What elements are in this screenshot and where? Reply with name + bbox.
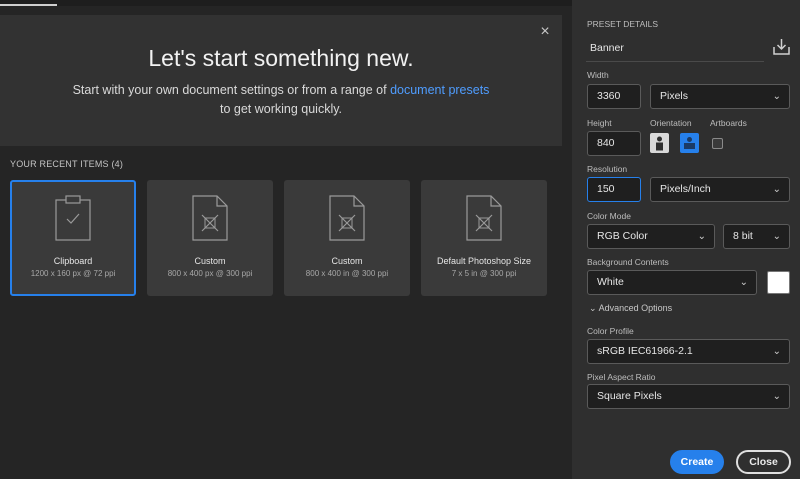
advanced-options-label: Advanced Options — [598, 303, 673, 313]
welcome-banner: × Let's start something new. Start with … — [0, 15, 562, 146]
recent-item-card[interactable]: Custom 800 x 400 in @ 300 ppi — [284, 180, 410, 296]
subtitle-text-start: Start with your own document settings or… — [72, 83, 391, 97]
chevron-down-icon: ⌄ — [772, 391, 781, 402]
color-profile-label: Color Profile — [587, 326, 634, 336]
width-unit-value: Pixels — [660, 90, 689, 102]
chevron-down-icon: ⌄ — [772, 231, 781, 242]
recent-item-name: Custom — [194, 256, 226, 266]
recent-item-name: Default Photoshop Size — [436, 256, 532, 266]
custom-doc-icon — [192, 195, 228, 241]
preset-details-panel: PRESET DETAILS Banner Width 3360 Pixels ⌄… — [572, 0, 800, 479]
recent-items-title: YOUR RECENT ITEMS — [10, 159, 109, 169]
resolution-unit-value: Pixels/Inch — [660, 183, 711, 195]
custom-doc-icon — [329, 195, 365, 241]
tab-strip — [0, 0, 572, 6]
landscape-orientation-icon[interactable] — [680, 133, 699, 153]
background-contents-label: Background Contents — [587, 257, 669, 267]
background-contents-select[interactable]: White ⌄ — [587, 270, 757, 295]
pixel-aspect-ratio-select[interactable]: Square Pixels ⌄ — [587, 384, 790, 409]
bit-depth-value: 8 bit — [733, 230, 753, 242]
height-label: Height — [587, 118, 612, 128]
clipboard-doc-icon — [55, 195, 91, 241]
color-mode-select[interactable]: RGB Color ⌄ — [587, 224, 715, 249]
recent-item-name: Clipboard — [53, 256, 93, 266]
recent-item-meta: 800 x 400 px @ 300 ppi — [167, 269, 253, 278]
portrait-orientation-icon[interactable] — [650, 133, 669, 153]
resolution-input[interactable]: 150 — [587, 177, 641, 202]
background-contents-value: White — [597, 276, 624, 288]
recent-item-meta: 1200 x 160 px @ 72 ppi — [30, 269, 116, 278]
resolution-label: Resolution — [587, 164, 628, 174]
close-banner-icon[interactable]: × — [536, 23, 554, 41]
recent-item-card[interactable]: Custom 800 x 400 px @ 300 ppi — [147, 180, 273, 296]
width-unit-select[interactable]: Pixels ⌄ — [650, 84, 790, 109]
custom-doc-icon — [466, 195, 502, 241]
resolution-unit-select[interactable]: Pixels/Inch ⌄ — [650, 177, 790, 202]
bit-depth-select[interactable]: 8 bit ⌄ — [723, 224, 790, 249]
color-profile-value: sRGB IEC61966-2.1 — [597, 345, 693, 357]
welcome-subtitle: Start with your own document settings or… — [70, 81, 492, 119]
document-presets-link[interactable]: document presets — [390, 83, 489, 97]
chevron-down-icon: ⌄ — [589, 303, 597, 313]
preset-name-field[interactable]: Banner — [590, 42, 624, 54]
pixel-aspect-ratio-value: Square Pixels — [597, 390, 662, 402]
pixel-aspect-ratio-label: Pixel Aspect Ratio — [587, 372, 656, 382]
color-mode-label: Color Mode — [587, 211, 631, 221]
close-button[interactable]: Close — [736, 450, 791, 474]
color-mode-value: RGB Color — [597, 230, 648, 242]
background-color-swatch[interactable] — [767, 271, 790, 294]
width-label: Width — [587, 70, 609, 80]
welcome-title: Let's start something new. — [148, 45, 414, 71]
recent-items-count: (4) — [111, 159, 124, 169]
save-preset-icon[interactable] — [773, 38, 790, 55]
recent-item-meta: 800 x 400 in @ 300 ppi — [305, 269, 389, 278]
color-profile-select[interactable]: sRGB IEC61966-2.1 ⌄ — [587, 339, 790, 364]
create-button[interactable]: Create — [670, 450, 724, 474]
recent-items-heading: YOUR RECENT ITEMS (4) — [10, 159, 123, 169]
recent-item-card[interactable]: Default Photoshop Size 7 x 5 in @ 300 pp… — [421, 180, 547, 296]
artboards-label: Artboards — [710, 118, 747, 128]
chevron-down-icon: ⌄ — [772, 91, 781, 102]
advanced-options-toggle[interactable]: ⌄ Advanced Options — [589, 303, 672, 314]
chevron-down-icon: ⌄ — [772, 184, 781, 195]
preset-name-underline — [586, 61, 764, 62]
chevron-down-icon: ⌄ — [697, 231, 706, 242]
recent-item-meta: 7 x 5 in @ 300 ppi — [451, 269, 517, 278]
artboards-checkbox[interactable] — [712, 138, 723, 149]
subtitle-text-end: to get working quickly. — [219, 102, 343, 116]
recent-item-card[interactable]: Clipboard 1200 x 160 px @ 72 ppi — [10, 180, 136, 296]
recent-item-name: Custom — [331, 256, 363, 266]
chevron-down-icon: ⌄ — [739, 277, 748, 288]
active-tab-indicator — [0, 4, 57, 6]
chevron-down-icon: ⌄ — [772, 346, 781, 357]
width-input[interactable]: 3360 — [587, 84, 641, 109]
orientation-label: Orientation — [650, 118, 692, 128]
preset-details-label: PRESET DETAILS — [587, 19, 659, 29]
height-input[interactable]: 840 — [587, 131, 641, 156]
